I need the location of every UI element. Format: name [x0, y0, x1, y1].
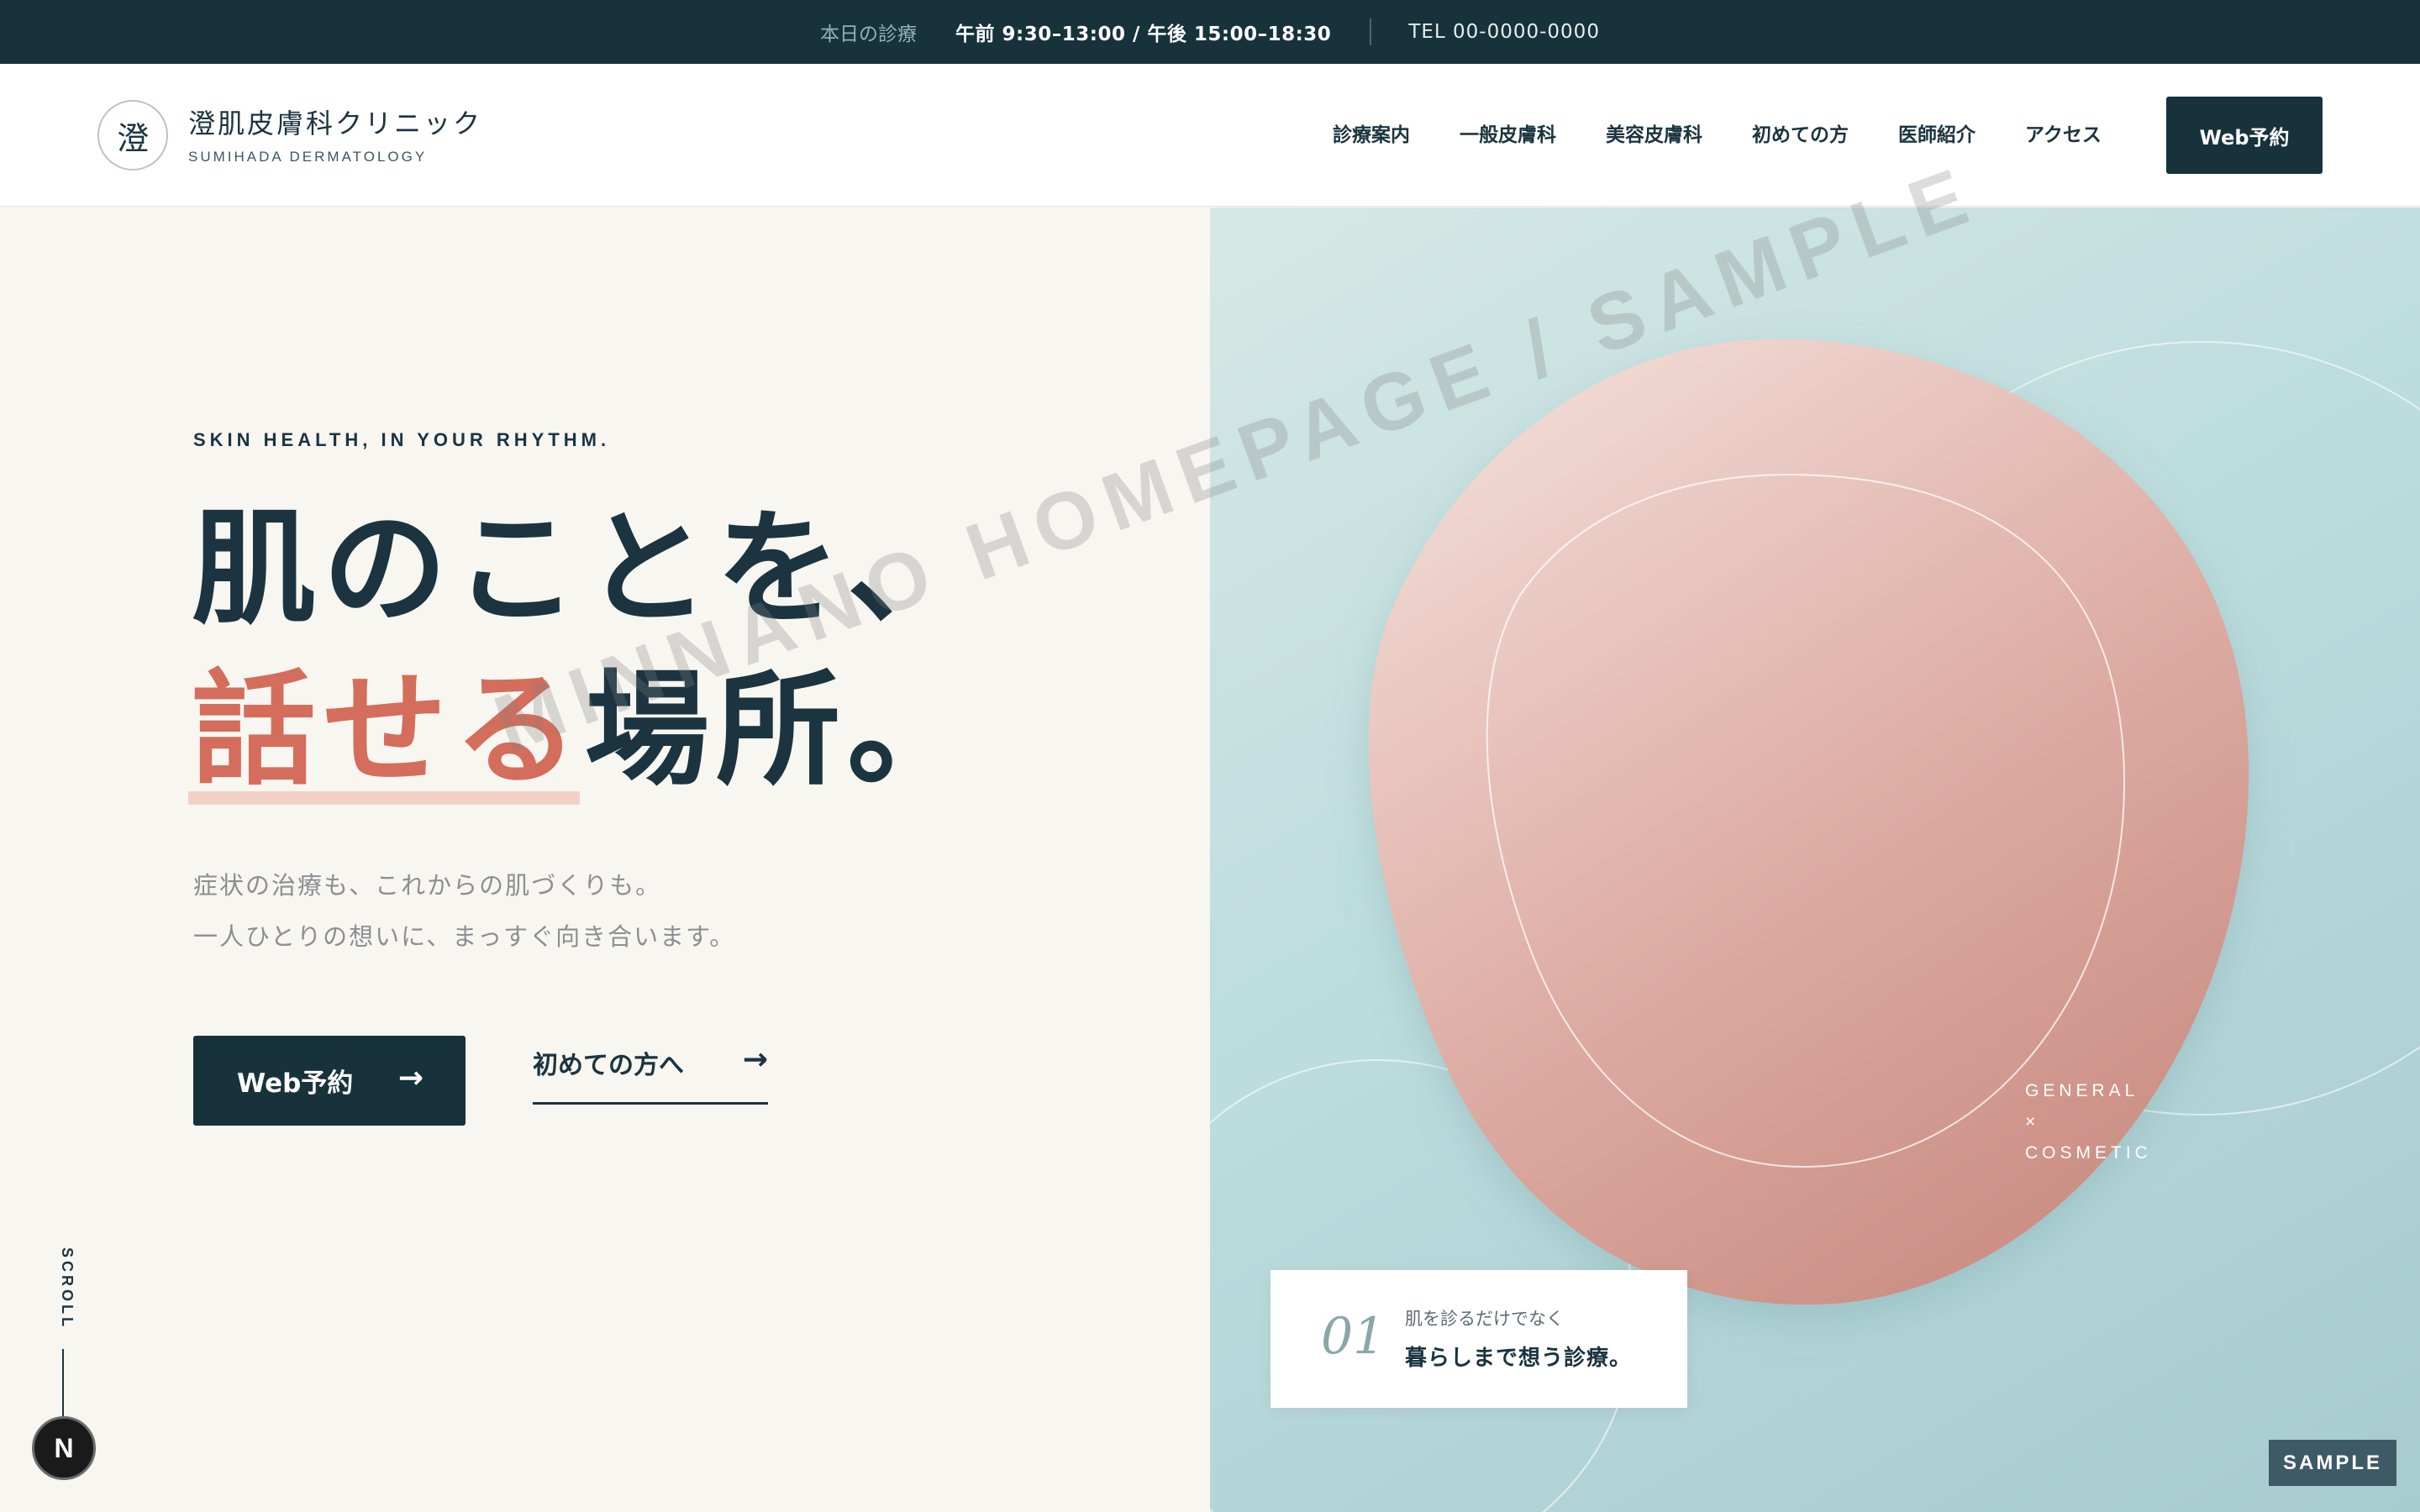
nav-item-general-dermatology[interactable]: 一般皮膚科 — [1460, 121, 1556, 150]
feature-card: 01 肌を診るだけでなく 暮らしまで想う診療。 — [1270, 1270, 1687, 1408]
sample-badge: SAMPLE — [2269, 1440, 2396, 1486]
header-web-booking-button[interactable]: Web予約 — [2166, 97, 2323, 174]
first-visit-link[interactable]: 初めての方へ → — [533, 1042, 768, 1105]
main-nav: 診療案内 一般皮膚科 美容皮膚科 初めての方 医師紹介 アクセス — [1333, 121, 2102, 150]
today-hours-label: 本日の診療 — [820, 24, 918, 45]
label-times: × — [2025, 1112, 2040, 1131]
label-cosmetic: COSMETIC — [2025, 1143, 2152, 1163]
phone-number[interactable]: TEL 00-0000-0000 — [1408, 21, 1600, 43]
site-header: 澄 澄肌皮膚科クリニック SUMIHADA DERMATOLOGY 診療案内 一… — [0, 64, 2420, 207]
nav-item-first-visit[interactable]: 初めての方 — [1752, 121, 1849, 150]
nav-item-access[interactable]: アクセス — [2025, 121, 2102, 150]
general-cosmetic-label: GENERAL × COSMETIC — [2025, 1075, 2152, 1168]
feature-card-title: 暮らしまで想う診療。 — [1405, 1346, 1633, 1371]
clinic-name[interactable]: 澄肌皮膚科クリニック — [188, 102, 482, 141]
hero-visual-panel: GENERAL × COSMETIC 01 肌を診るだけでなく 暮らしまで想う診… — [1210, 207, 2420, 1512]
feature-card-subtitle: 肌を診るだけでなく — [1405, 1309, 1564, 1329]
first-visit-label: 初めての方へ — [533, 1051, 684, 1080]
topbar-divider — [1370, 18, 1372, 45]
hero-lead-2: 一人ひとりの想いに、まっすぐ向き合います。 — [193, 922, 736, 951]
clinic-hours: 午前 9:30–13:00 / 午後 15:00–18:30 — [955, 24, 1332, 45]
hero-web-booking-label: Web予約 — [237, 1068, 354, 1099]
hero-headline-line-2: 話せる場所。 — [192, 667, 978, 791]
hero-headline-line-1: 肌のことを、 — [192, 495, 978, 641]
nav-item-services[interactable]: 診療案内 — [1333, 121, 1410, 150]
nav-item-cosmetic-dermatology[interactable]: 美容皮膚科 — [1606, 121, 1702, 150]
hero-tagline: SKIN HEALTH, IN YOUR RHYTHM. — [193, 429, 611, 450]
scroll-indicator-label: SCROLL — [59, 1247, 76, 1330]
n-badge-icon[interactable]: N — [32, 1416, 96, 1480]
clinic-name-en: SUMIHADA DERMATOLOGY — [188, 149, 428, 165]
headline-accent-text: 話せる — [192, 656, 585, 802]
hero-web-booking-button[interactable]: Web予約 → — [193, 1036, 466, 1126]
logo-mark[interactable]: 澄 — [97, 100, 168, 171]
headline-line-2-rest: 場所。 — [585, 656, 978, 802]
top-info-bar: 本日の診療 午前 9:30–13:00 / 午後 15:00–18:30 TEL… — [0, 0, 2420, 64]
hero-lead-1: 症状の治療も、これからの肌づくりも。 — [193, 871, 662, 900]
scroll-indicator-line — [62, 1349, 64, 1416]
label-general: GENERAL — [2025, 1081, 2139, 1100]
hero-text-panel: SKIN HEALTH, IN YOUR RHYTHM. 肌のことを、 話せる場… — [0, 207, 1210, 1512]
nav-item-doctors[interactable]: 医師紹介 — [1898, 121, 1975, 150]
arrow-right-icon: → — [397, 1061, 424, 1095]
arrow-right-icon: → — [742, 1042, 768, 1077]
feature-card-number: 01 — [1321, 1307, 1386, 1366]
